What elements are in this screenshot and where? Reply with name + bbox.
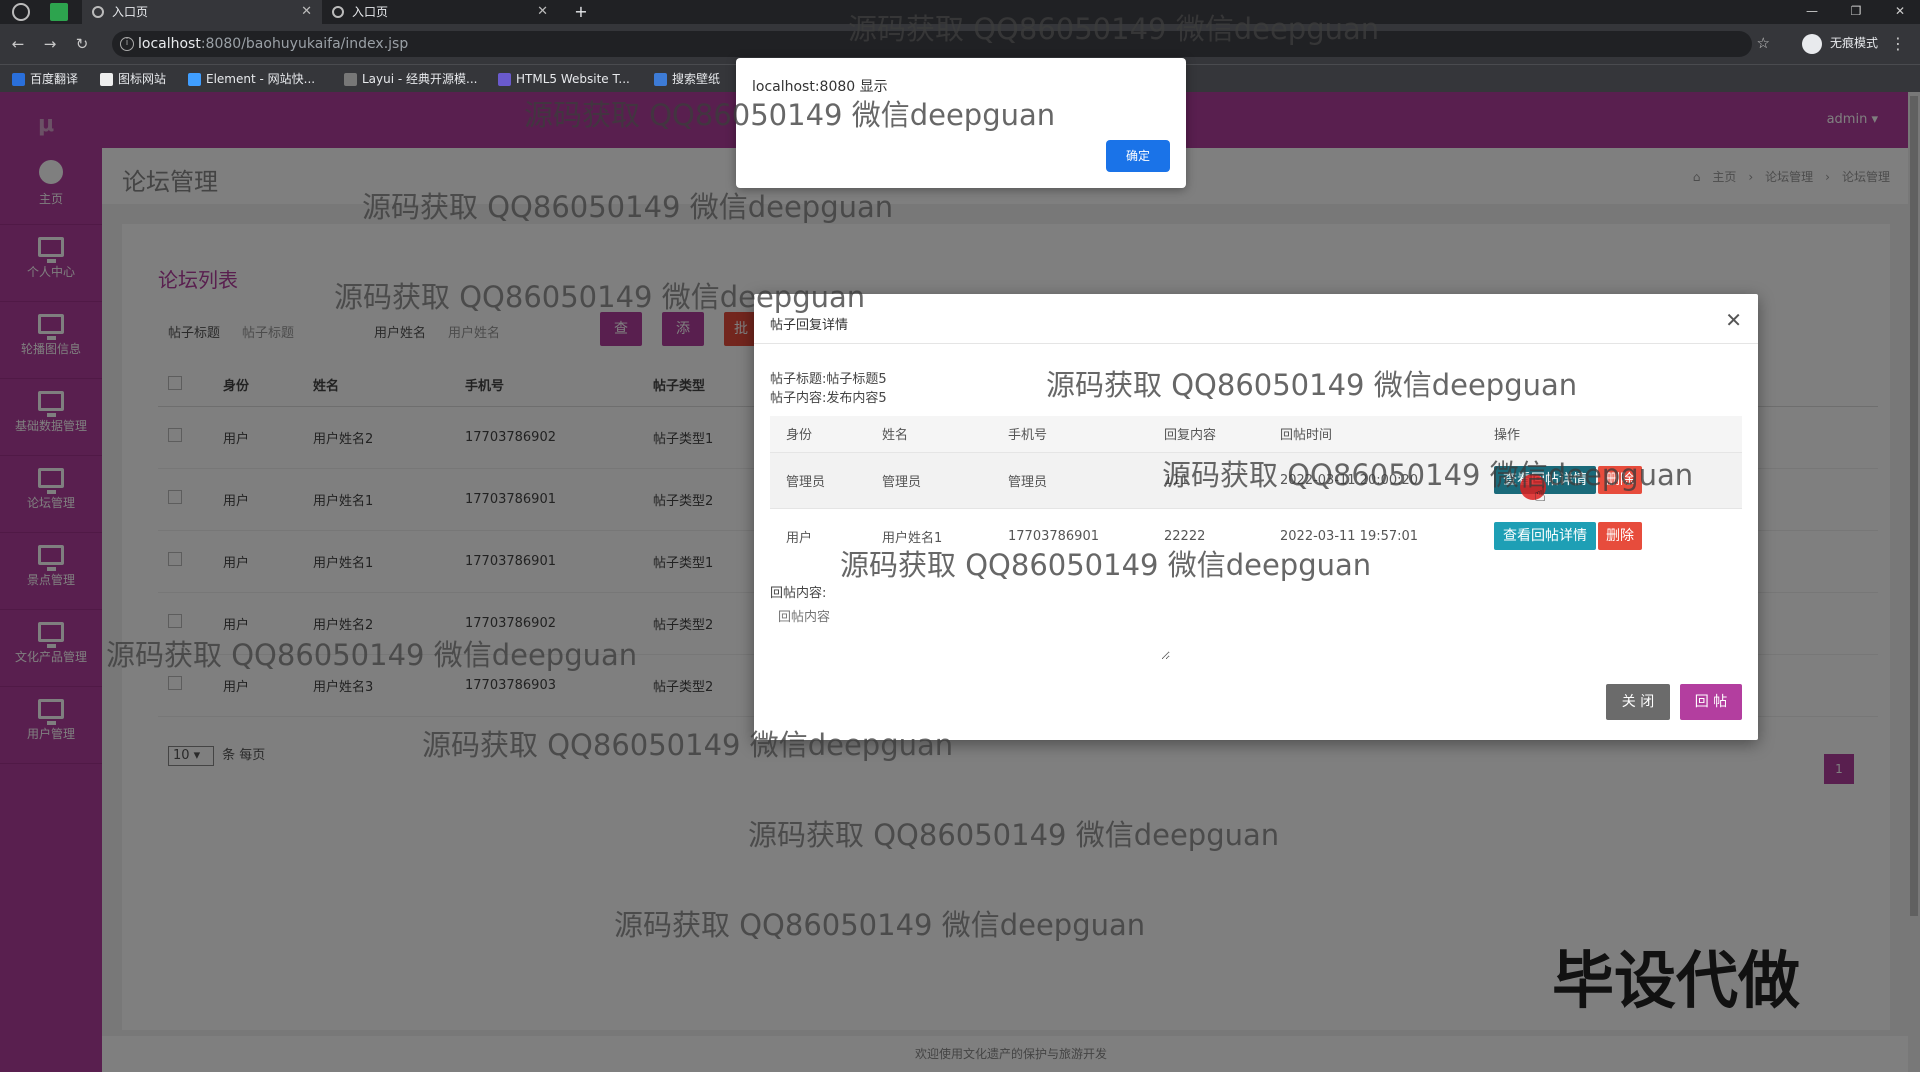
view-reply-detail-button[interactable]: 查看回帖详情 xyxy=(1494,522,1596,551)
delete-reply-button[interactable]: 删除 xyxy=(1598,522,1642,551)
browser-alert-dialog: localhost:8080 显示 确定 xyxy=(736,58,1186,188)
incognito-indicator[interactable]: 无痕模式 xyxy=(1802,32,1878,54)
cell-time: 2022-03-11 19:57:01 xyxy=(1264,507,1478,564)
column-header: 回复内容 xyxy=(1148,416,1264,452)
cell-content: 111 xyxy=(1148,451,1264,508)
browser-menu-icon[interactable] xyxy=(12,3,30,21)
translate-icon xyxy=(12,73,25,86)
reply-content-textarea[interactable] xyxy=(770,600,1170,660)
reply-row: 用户 用户姓名1 17703786901 22222 2022-03-11 19… xyxy=(770,507,1742,564)
globe-icon xyxy=(92,6,104,18)
column-header: 操作 xyxy=(1478,416,1742,452)
close-icon[interactable]: ✕ xyxy=(1725,310,1742,330)
element-icon xyxy=(188,73,201,86)
browser-menu-kebab-icon[interactable]: ⋮ xyxy=(1890,34,1906,53)
modal-title: 帖子回复详情 xyxy=(754,294,1758,344)
cell-time: 2022-03-11 20:00:20 xyxy=(1264,451,1478,508)
reply-header-row: 身份 姓名 手机号 回复内容 回帖时间 操作 xyxy=(770,416,1742,452)
tab-label: 入口页 xyxy=(112,5,149,19)
app-icon[interactable] xyxy=(50,3,68,21)
cell-phone: 17703786901 xyxy=(992,507,1148,564)
flag-icon xyxy=(100,73,113,86)
cell-name: 用户姓名1 xyxy=(866,507,992,564)
cell-role: 用户 xyxy=(770,507,866,564)
reply-button[interactable]: 回 帖 xyxy=(1680,684,1742,720)
bookmark-item[interactable]: Element - 网站快... xyxy=(186,70,315,88)
reply-detail-modal: 帖子回复详情 ✕ 帖子标题:帖子标题5 帖子内容:发布内容5 身份 姓名 手机号… xyxy=(754,294,1758,740)
url-field[interactable]: i localhost:8080/baohuyukaifa/index.jsp xyxy=(112,31,1752,57)
tab-label: 入口页 xyxy=(352,5,389,19)
restore-icon[interactable]: ❐ xyxy=(1836,0,1876,24)
hand-cursor-icon: ☝ xyxy=(1534,482,1547,506)
close-tab-icon[interactable]: ✕ xyxy=(537,0,548,24)
wallpaper-icon xyxy=(654,73,667,86)
cell-name: 管理员 xyxy=(866,451,992,508)
reload-icon[interactable]: ↻ xyxy=(72,34,92,54)
back-icon[interactable]: ← xyxy=(8,34,28,54)
forward-icon[interactable]: → xyxy=(40,34,60,54)
reply-content-label: 回帖内容: xyxy=(770,586,827,601)
column-header: 姓名 xyxy=(866,416,992,452)
cell-phone: 管理员 xyxy=(992,451,1148,508)
new-tab-button[interactable]: + xyxy=(566,0,596,24)
info-icon[interactable]: i xyxy=(120,37,134,51)
bookmark-item[interactable]: HTML5 Website T... xyxy=(496,70,630,88)
globe-icon xyxy=(332,6,344,18)
window-close-icon[interactable]: ✕ xyxy=(1880,0,1920,24)
cell-content: 22222 xyxy=(1148,507,1264,564)
post-info: 帖子标题:帖子标题5 帖子内容:发布内容5 xyxy=(770,370,887,408)
delete-reply-button[interactable]: 删除 xyxy=(1598,466,1642,494)
incognito-label: 无痕模式 xyxy=(1829,36,1878,50)
alert-ok-button[interactable]: 确定 xyxy=(1106,140,1170,172)
post-content: 帖子内容:发布内容5 xyxy=(770,391,887,406)
bookmark-item[interactable]: Layui - 经典开源模... xyxy=(342,70,477,88)
column-header: 手机号 xyxy=(992,416,1148,452)
minimize-icon[interactable]: — xyxy=(1792,0,1832,24)
browser-tab[interactable]: 入口页 ✕ xyxy=(322,0,558,24)
column-header: 回帖时间 xyxy=(1264,416,1478,452)
reply-row: 管理员 管理员 管理员 111 2022-03-11 20:00:20 查看回帖… xyxy=(770,451,1742,508)
promo-watermark: 毕设代做 xyxy=(1552,944,1801,1017)
close-button[interactable]: 关 闭 xyxy=(1606,684,1670,720)
browser-tab-strip: 入口页 ✕ 入口页 ✕ + — ❐ ✕ xyxy=(0,0,1920,24)
url-host: localhost xyxy=(138,36,201,52)
incognito-icon xyxy=(1802,33,1823,54)
close-tab-icon[interactable]: ✕ xyxy=(301,0,312,24)
post-title: 帖子标题:帖子标题5 xyxy=(770,372,887,387)
bookmark-item[interactable]: 百度翻译 xyxy=(10,70,78,88)
alert-title: localhost:8080 显示 xyxy=(752,79,888,95)
browser-tab[interactable]: 入口页 ✕ xyxy=(82,0,322,24)
reply-table: 身份 姓名 手机号 回复内容 回帖时间 操作 管理员 管理员 管理员 111 2… xyxy=(770,416,1742,564)
bookmark-star-icon[interactable]: ☆ xyxy=(1757,34,1770,52)
cell-role: 管理员 xyxy=(770,451,866,508)
column-header: 身份 xyxy=(770,416,866,452)
layui-icon xyxy=(344,73,357,86)
html5-icon xyxy=(498,73,511,86)
bookmark-item[interactable]: 图标网站 xyxy=(98,70,166,88)
bookmark-item[interactable]: 搜索壁纸 xyxy=(652,70,720,88)
url-path: :8080/baohuyukaifa/index.jsp xyxy=(200,36,409,52)
